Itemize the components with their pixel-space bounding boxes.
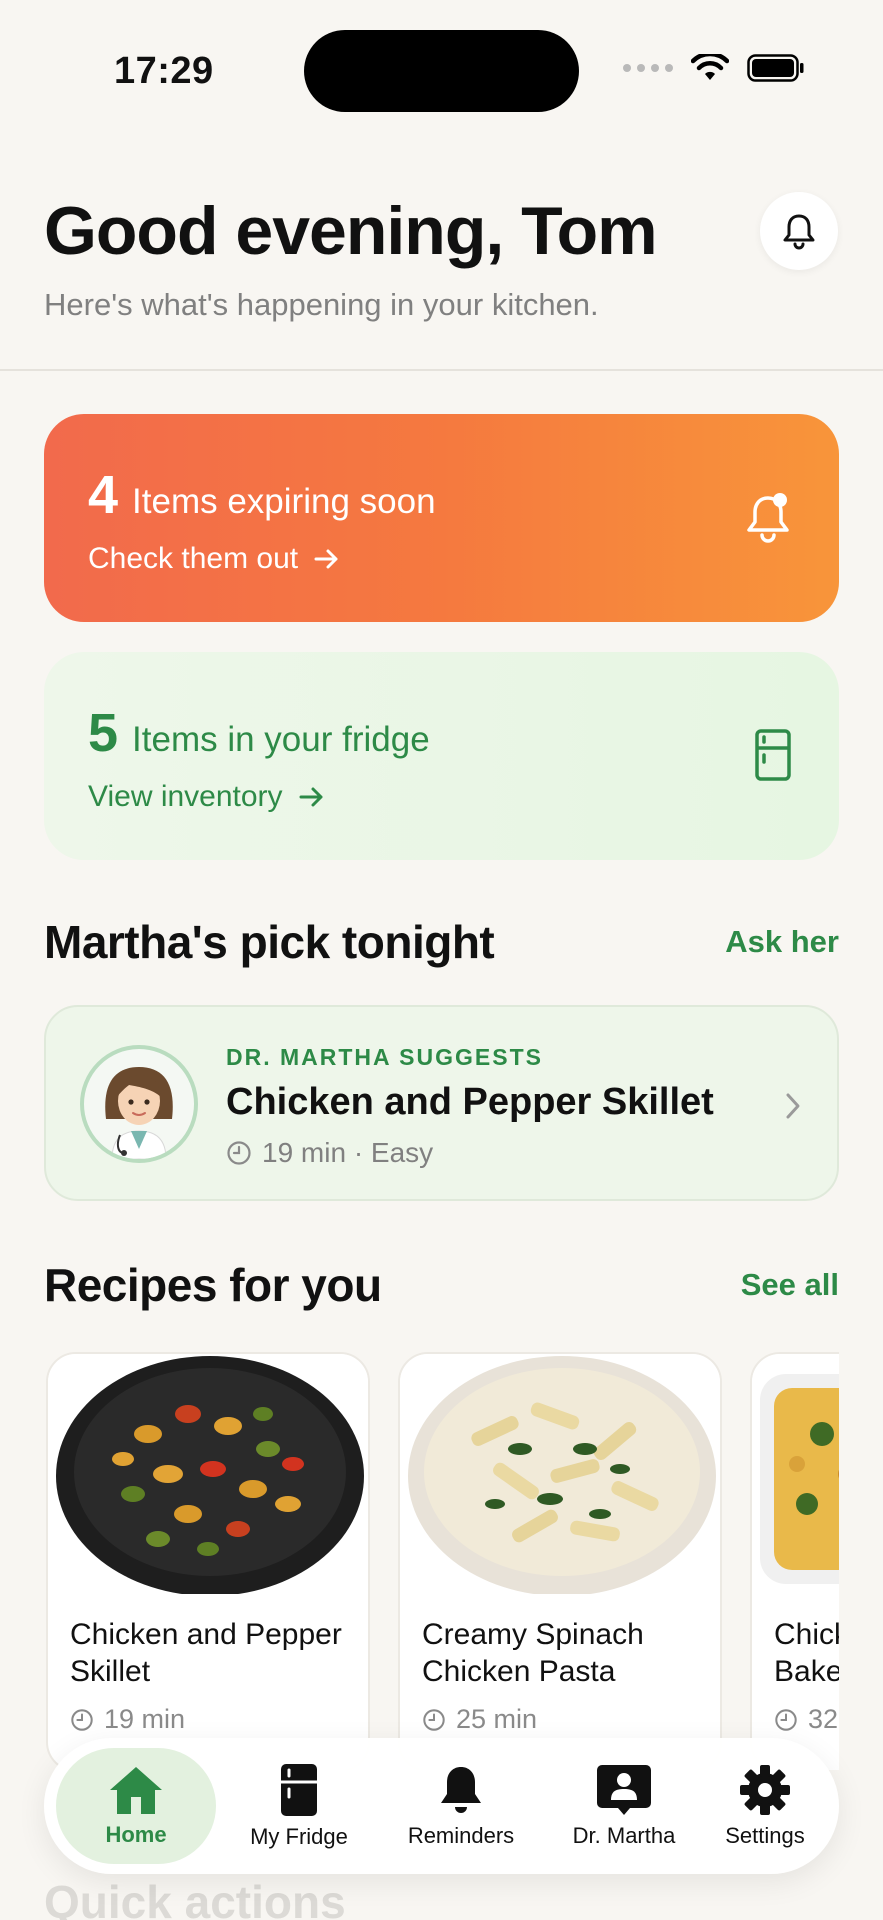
battery-icon xyxy=(747,54,804,82)
recipe-image xyxy=(400,1354,720,1596)
recipe-image xyxy=(48,1354,368,1596)
notifications-button[interactable] xyxy=(760,192,838,270)
recipe-card[interactable]: Chicken Broccoli Bake 32 min xyxy=(750,1352,839,1770)
suggested-recipe-title: Chicken and Pepper Skillet xyxy=(226,1081,714,1123)
recipe-name: Chicken Broccoli Bake xyxy=(774,1618,839,1688)
martha-suggestion-card[interactable]: DR. MARTHA SUGGESTS Chicken and Pepper S… xyxy=(44,1005,839,1201)
signal-dots-icon xyxy=(623,64,673,72)
bell-icon xyxy=(441,1767,481,1813)
status-bar: 17:29 xyxy=(0,0,883,140)
check-them-out-link[interactable]: Check them out xyxy=(88,542,340,576)
header-divider xyxy=(0,369,883,371)
tab-settings[interactable]: Settings xyxy=(699,1748,831,1864)
home-icon xyxy=(110,1767,162,1814)
suggested-recipe-meta: 19 min · Easy xyxy=(226,1137,433,1169)
recipe-image xyxy=(752,1354,839,1594)
bell-alert-icon xyxy=(747,493,789,543)
page-subtitle: Here's what's happening in your kitchen. xyxy=(44,287,599,322)
recipe-time: 25 min xyxy=(422,1704,537,1735)
recipes-header: Recipes for you See all xyxy=(44,1258,839,1312)
see-all-link[interactable]: See all xyxy=(741,1267,839,1303)
arrow-right-icon xyxy=(299,787,323,807)
clock-icon xyxy=(775,1708,797,1731)
martha-pick-header: Martha's pick tonight Ask her xyxy=(44,915,839,969)
fridge-icon xyxy=(755,729,791,781)
expiring-count: 4 xyxy=(88,465,119,525)
fridge-icon xyxy=(281,1764,317,1816)
status-time: 17:29 xyxy=(114,50,214,92)
tab-bar: Home My Fridge Reminders Dr. Martha Sett… xyxy=(44,1738,839,1874)
gear-icon xyxy=(740,1765,790,1815)
recipe-card[interactable]: Creamy Spinach Chicken Pasta 25 min xyxy=(398,1352,722,1770)
quick-actions-title: Quick actions xyxy=(44,1876,346,1920)
ask-her-link[interactable]: Ask her xyxy=(725,924,839,960)
recipes-title: Recipes for you xyxy=(44,1259,382,1311)
recipe-time: 19 min xyxy=(70,1704,185,1735)
wifi-icon xyxy=(691,54,729,80)
recipe-card[interactable]: Chicken and Pepper Skillet 19 min xyxy=(46,1352,370,1770)
tab-reminders[interactable]: Reminders xyxy=(381,1748,541,1864)
fridge-items-card[interactable]: 5 Items in your fridge View inventory xyxy=(44,652,839,860)
view-inventory-link[interactable]: View inventory xyxy=(88,780,325,814)
bell-icon xyxy=(783,214,815,250)
fridge-title: Items in your fridge xyxy=(132,720,430,759)
expiring-items-card[interactable]: 4 Items expiring soon Check them out xyxy=(44,414,839,622)
fridge-count: 5 xyxy=(88,703,119,763)
suggestion-label: DR. MARTHA SUGGESTS xyxy=(226,1044,543,1070)
recipe-name: Creamy Spinach Chicken Pasta xyxy=(422,1618,644,1688)
dynamic-island xyxy=(304,30,579,112)
arrow-right-icon xyxy=(314,549,338,569)
recipe-name: Chicken and Pepper Skillet xyxy=(70,1618,342,1688)
expiring-title: Items expiring soon xyxy=(132,482,436,521)
recipes-carousel[interactable]: Chicken and Pepper Skillet 19 min Creamy… xyxy=(44,1350,839,1770)
martha-pick-title: Martha's pick tonight xyxy=(44,916,495,968)
recipe-time: 32 min xyxy=(774,1704,839,1735)
status-icons xyxy=(623,54,805,82)
clock-icon xyxy=(71,1708,93,1731)
tab-dr-martha[interactable]: Dr. Martha xyxy=(544,1748,704,1864)
clock-icon xyxy=(227,1141,251,1165)
chevron-right-icon xyxy=(786,1093,800,1119)
page-title: Good evening, Tom xyxy=(44,193,658,269)
person-chat-icon xyxy=(597,1765,651,1815)
tab-my-fridge[interactable]: My Fridge xyxy=(224,1748,374,1864)
clock-icon xyxy=(423,1708,445,1731)
martha-avatar xyxy=(80,1045,198,1163)
header: Good evening, Tom Here's what's happenin… xyxy=(44,193,839,322)
tab-home[interactable]: Home xyxy=(56,1748,216,1864)
